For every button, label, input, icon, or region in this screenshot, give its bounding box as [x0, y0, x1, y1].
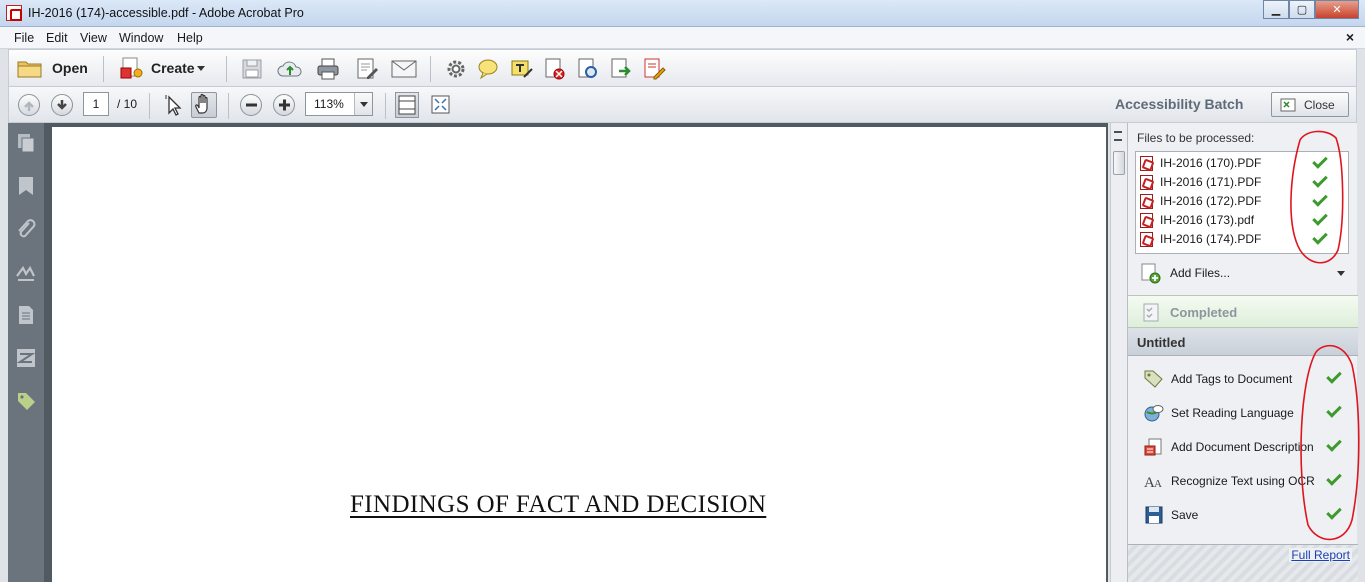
annotation-circle-steps	[1300, 344, 1360, 541]
annotation-circle-files	[1290, 130, 1344, 264]
red-annotation-overlay	[1290, 130, 1360, 541]
